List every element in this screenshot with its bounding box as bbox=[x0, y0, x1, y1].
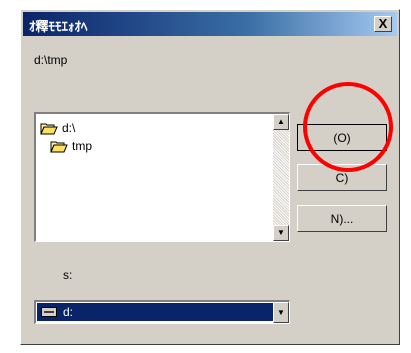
drive-icon bbox=[41, 307, 57, 317]
open-folder-icon bbox=[40, 123, 58, 134]
folder-browser-dialog: ｵ釋ﾓﾓｴｫｵﾍ X d:\tmp d:\ tmp ▲ ▼ (O) C) N).… bbox=[20, 9, 400, 345]
ok-button[interactable]: (O) bbox=[297, 124, 387, 151]
folder-item-tmp[interactable]: tmp bbox=[50, 138, 92, 154]
title-bar[interactable]: ｵ釋ﾓﾓｴｫｵﾍ X bbox=[23, 12, 397, 36]
drive-dropdown-button[interactable]: ▼ bbox=[273, 302, 289, 323]
folder-item-root[interactable]: d:\ bbox=[40, 120, 75, 136]
vertical-scrollbar[interactable]: ▲ ▼ bbox=[273, 114, 289, 241]
scroll-up-button[interactable]: ▲ bbox=[273, 114, 289, 130]
drive-label: s: bbox=[63, 268, 73, 282]
arrow-up-icon: ▲ bbox=[277, 117, 285, 126]
scroll-down-button[interactable]: ▼ bbox=[273, 225, 289, 241]
close-button[interactable]: X bbox=[374, 16, 392, 32]
current-path-label: d:\tmp bbox=[34, 53, 68, 67]
drive-select[interactable]: d: ▼ bbox=[34, 300, 290, 324]
chevron-down-icon: ▼ bbox=[277, 308, 285, 317]
folder-item-label: d:\ bbox=[62, 121, 76, 135]
folder-list[interactable]: d:\ tmp ▲ ▼ bbox=[34, 112, 290, 242]
drive-value-text: d: bbox=[63, 305, 74, 319]
folder-item-label: tmp bbox=[72, 139, 93, 153]
drive-select-value[interactable]: d: bbox=[37, 303, 273, 321]
open-folder-icon bbox=[50, 141, 68, 152]
cancel-button[interactable]: C) bbox=[297, 164, 387, 191]
network-button[interactable]: N)... bbox=[297, 205, 387, 232]
arrow-down-icon: ▼ bbox=[277, 228, 285, 237]
close-icon: X bbox=[378, 16, 388, 31]
window-title: ｵ釋ﾓﾓｴｫｵﾍ bbox=[29, 19, 88, 34]
